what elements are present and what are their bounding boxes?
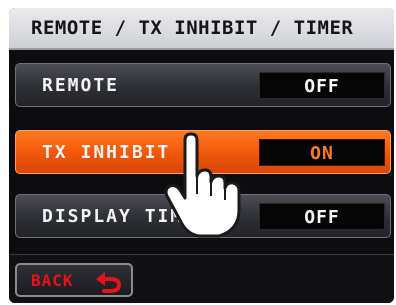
menu-item-value: ON [310,143,334,164]
return-arrow-icon [96,272,122,293]
menu-item-label: TX INHIBIT [42,142,171,163]
menu-item-value: OFF [304,76,340,97]
menu-item-value: OFF [304,207,340,228]
title-bar: REMOTE / TX INHIBIT / TIMER [9,8,394,50]
bottom-bar: BACK [9,254,394,303]
pointing-hand-icon [164,132,241,238]
back-button[interactable]: BACK [15,263,133,297]
menu-item-label: REMOTE [42,75,120,96]
menu-item-value-box: OFF [259,203,385,230]
page-title: REMOTE / TX INHIBIT / TIMER [31,17,354,39]
menu-item-value-box: OFF [259,72,385,99]
menu-item-value-box: ON [259,139,385,166]
back-button-label: BACK [31,271,74,290]
menu-item-remote[interactable]: REMOTE OFF [15,63,391,107]
